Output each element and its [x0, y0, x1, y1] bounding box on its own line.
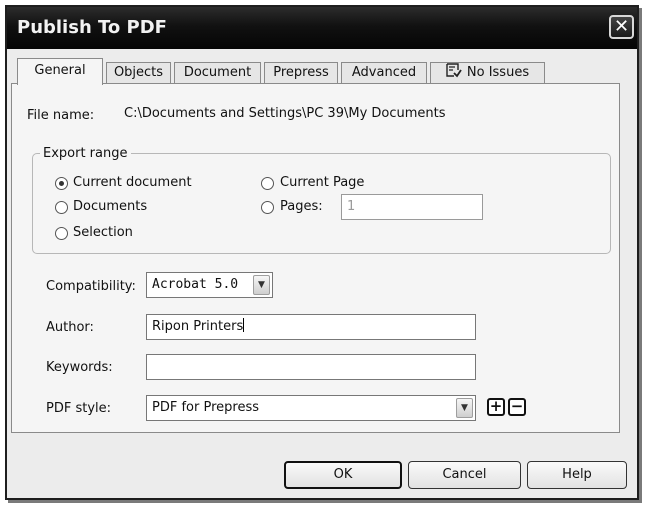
compatibility-select[interactable]: Acrobat 5.0 ▼ [146, 272, 273, 298]
tab-label: Objects [113, 65, 164, 80]
author-label: Author: [46, 320, 94, 335]
window-title: Publish To PDF [17, 17, 167, 38]
tab-label: No Issues [466, 65, 530, 80]
radio-selection[interactable] [55, 227, 68, 240]
radio-label[interactable]: Pages: [280, 199, 323, 214]
author-value: Ripon Printers [152, 319, 244, 334]
radio-documents[interactable] [55, 201, 68, 214]
keywords-field[interactable] [146, 354, 476, 380]
pages-input[interactable]: 1 [341, 194, 483, 220]
tab-label: Prepress [273, 65, 329, 80]
radio-label[interactable]: Current document [73, 175, 192, 190]
checklist-icon [446, 63, 462, 85]
pdf-style-label: PDF style: [46, 401, 112, 416]
add-style-button[interactable]: + [487, 398, 505, 416]
tab-objects[interactable]: Objects [106, 62, 171, 84]
export-range-legend: Export range [40, 146, 131, 161]
close-icon[interactable]: ✕ [609, 15, 634, 39]
radio-label[interactable]: Documents [73, 199, 147, 214]
tab-document[interactable]: Document [174, 62, 261, 84]
radio-label[interactable]: Current Page [280, 175, 364, 190]
radio-current-page[interactable] [261, 177, 274, 190]
tab-prepress[interactable]: Prepress [264, 62, 338, 84]
help-button[interactable]: Help [527, 461, 627, 489]
file-name-label: File name: [27, 108, 95, 123]
general-tab-panel [11, 83, 620, 433]
compatibility-value: Acrobat 5.0 [152, 277, 239, 292]
cancel-button[interactable]: Cancel [408, 461, 521, 489]
tab-label: Advanced [351, 65, 417, 80]
text-caret [243, 318, 245, 332]
author-field[interactable]: Ripon Printers [146, 314, 476, 340]
keywords-label: Keywords: [46, 360, 113, 375]
radio-label[interactable]: Selection [73, 225, 133, 240]
file-name-value: C:\Documents and Settings\PC 39\My Docum… [124, 106, 446, 121]
ok-button[interactable]: OK [284, 461, 402, 489]
compatibility-label: Compatibility: [46, 279, 136, 294]
tab-advanced[interactable]: Advanced [341, 62, 427, 84]
radio-pages[interactable] [261, 201, 274, 214]
tab-general[interactable]: General [17, 58, 103, 85]
remove-style-button[interactable]: − [508, 398, 526, 416]
chevron-down-icon[interactable]: ▼ [456, 398, 473, 418]
tab-label: Document [183, 65, 252, 80]
pdf-style-value: PDF for Prepress [152, 400, 259, 415]
pdf-style-select[interactable]: PDF for Prepress ▼ [146, 395, 476, 421]
title-bar[interactable]: Publish To PDF ✕ [7, 7, 637, 49]
tab-no-issues[interactable]: No Issues [430, 62, 545, 84]
chevron-down-icon[interactable]: ▼ [253, 275, 270, 295]
tab-label: General [34, 63, 86, 78]
radio-current-document[interactable] [55, 177, 68, 190]
